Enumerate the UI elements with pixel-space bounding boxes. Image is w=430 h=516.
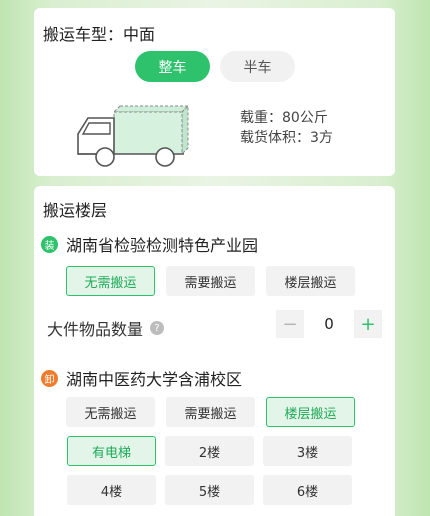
vehicle-card: 搬运车型：中面 整车 半车 载重：80公斤 载货体积：3方 bbox=[34, 8, 395, 176]
tab-full-vehicle[interactable]: 整车 bbox=[135, 51, 210, 82]
origin-no-carry[interactable]: 无需搬运 bbox=[66, 266, 155, 296]
vehicle-title: 搬运车型：中面 bbox=[43, 21, 155, 45]
bulky-items-text: 大件物品数量 bbox=[47, 320, 144, 339]
origin-row: 装 湖南省检验检测特色产业园 bbox=[41, 232, 258, 256]
origin-floor-carry[interactable]: 楼层搬运 bbox=[266, 266, 355, 296]
increment-button[interactable]: + bbox=[354, 310, 382, 338]
quantity-value[interactable]: 0 bbox=[304, 310, 354, 338]
destination-row: 卸 湖南中医药大学含浦校区 bbox=[41, 366, 242, 390]
floor-option-6[interactable]: 6楼 bbox=[263, 475, 352, 505]
floors-card: 搬运楼层 装 湖南省检验检测特色产业园 无需搬运 需要搬运 楼层搬运 大件物品数… bbox=[34, 186, 395, 516]
floor-option-2[interactable]: 2楼 bbox=[165, 436, 254, 466]
destination-name: 湖南中医药大学含浦校区 bbox=[66, 370, 243, 389]
tab-half-vehicle[interactable]: 半车 bbox=[220, 51, 295, 82]
bulky-quantity-stepper: − 0 + bbox=[276, 310, 382, 338]
bulky-items-label: 大件物品数量 ? bbox=[47, 316, 165, 340]
origin-name: 湖南省检验检测特色产业园 bbox=[66, 236, 259, 255]
van-icon bbox=[77, 104, 190, 167]
floor-option-elevator[interactable]: 有电梯 bbox=[67, 436, 156, 466]
decrement-button[interactable]: − bbox=[276, 310, 304, 338]
vehicle-title-value: 中面 bbox=[123, 25, 156, 44]
floors-title: 搬运楼层 bbox=[43, 201, 108, 220]
floor-option-3[interactable]: 3楼 bbox=[263, 436, 352, 466]
unload-badge: 卸 bbox=[41, 369, 58, 387]
help-icon[interactable]: ? bbox=[150, 321, 165, 335]
dest-need-carry[interactable]: 需要搬运 bbox=[166, 397, 255, 427]
floor-option-5[interactable]: 5楼 bbox=[165, 475, 254, 505]
load-weight: 载重：80公斤 bbox=[240, 110, 328, 126]
dest-no-carry[interactable]: 无需搬运 bbox=[66, 397, 155, 427]
vehicle-title-label: 搬运车型： bbox=[43, 25, 124, 44]
origin-need-carry[interactable]: 需要搬运 bbox=[166, 266, 255, 296]
load-badge: 装 bbox=[41, 235, 58, 253]
cargo-volume: 载货体积：3方 bbox=[240, 130, 333, 146]
floor-option-4[interactable]: 4楼 bbox=[67, 475, 156, 505]
dest-floor-carry[interactable]: 楼层搬运 bbox=[266, 397, 355, 427]
